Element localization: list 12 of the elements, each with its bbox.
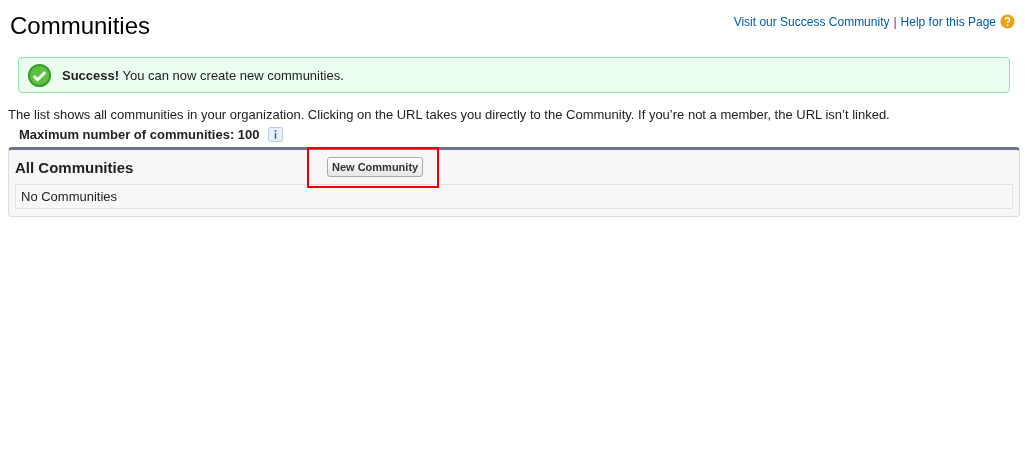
description-text: The list shows all communities in your organization. Clicking on the URL takes you directly to the Community. If you’re not a member, the URL isn’t linked. [8,107,891,122]
limit-text: Maximum number of communities: 100 [19,127,260,142]
info-icon[interactable] [267,127,283,142]
success-community-link[interactable]: Visit our Success Community [733,14,890,29]
message-text: Success! You can now create new communities. [62,67,344,83]
help-link[interactable]: Help for this Page [900,14,996,29]
link-separator: | [893,14,897,29]
panel-title: All Communities [15,158,135,176]
check-icon [27,62,52,88]
new-community-button[interactable]: New Community [327,156,424,177]
empty-row: No Communities [15,184,1013,209]
page-title: Communities [10,12,151,40]
